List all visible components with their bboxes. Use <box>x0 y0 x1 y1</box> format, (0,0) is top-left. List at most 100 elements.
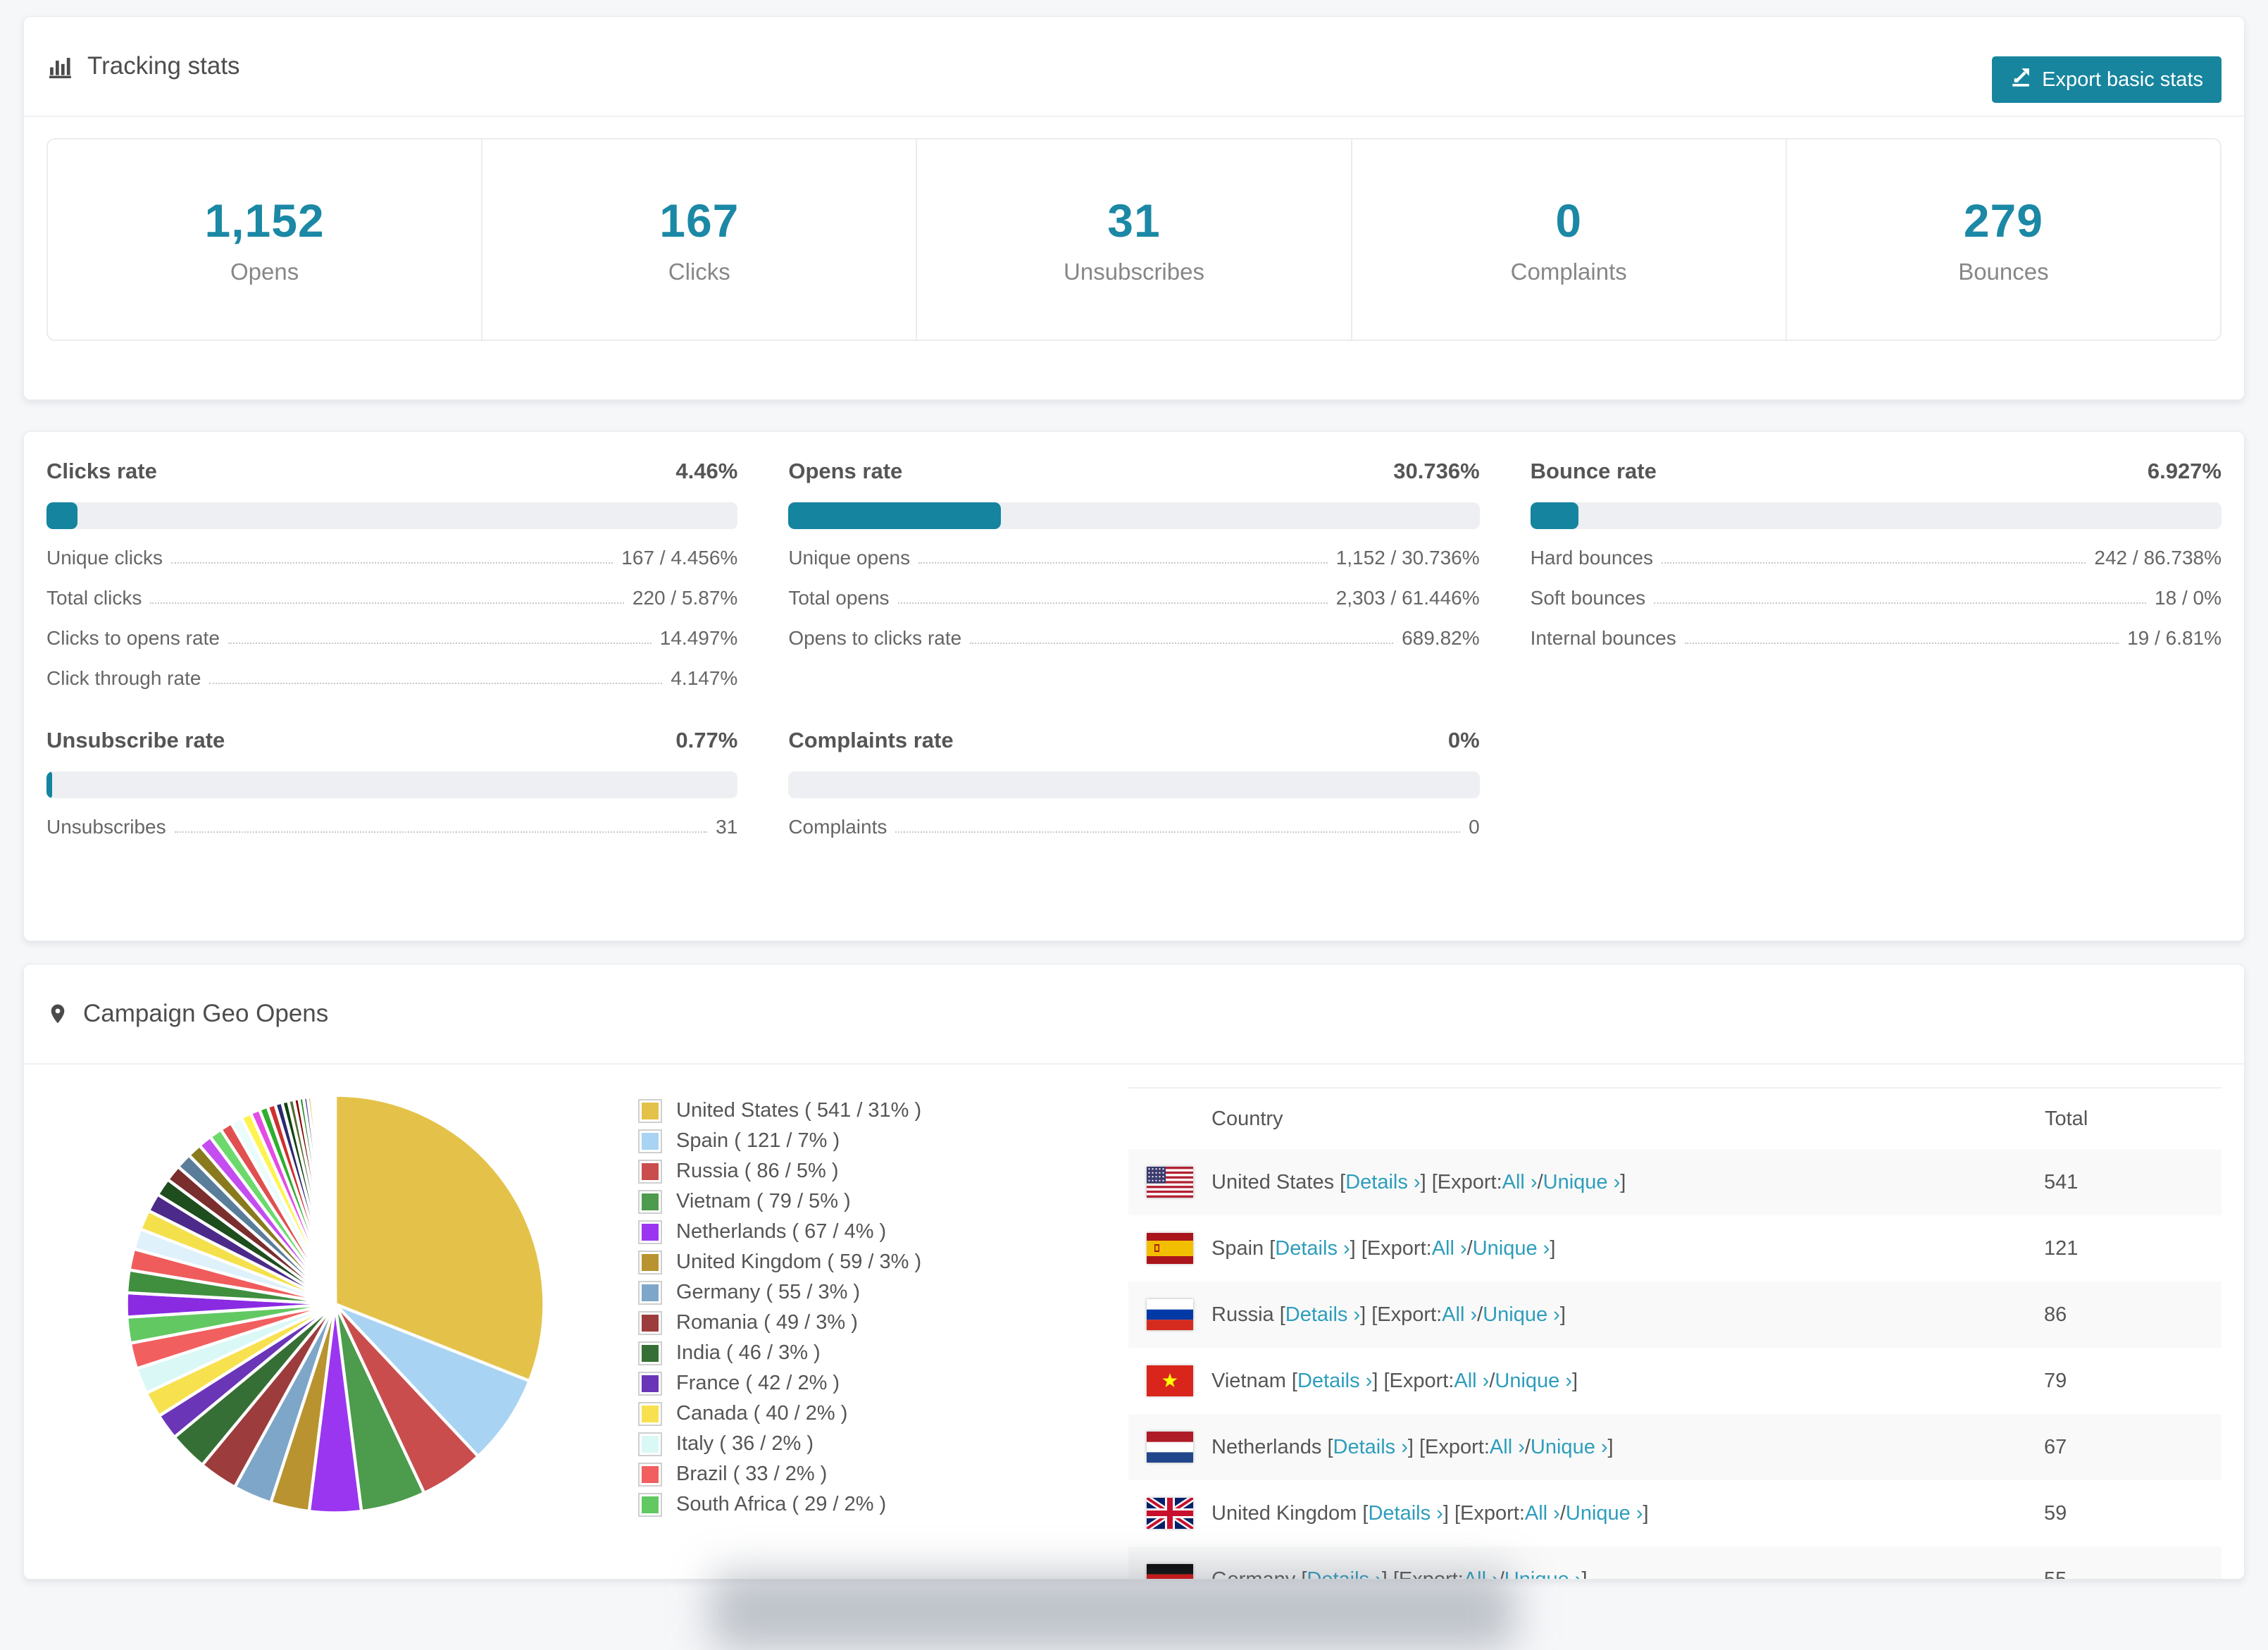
legend-item-south-africa: South Africa ( 29 / 2% ) <box>638 1489 1124 1520</box>
country-total: 55 <box>2044 1568 2067 1580</box>
export-unique-link[interactable]: Unique › <box>1543 1171 1621 1194</box>
legend-swatch <box>638 1310 662 1335</box>
legend-swatch <box>638 1432 662 1456</box>
table-row-spain: Spain [Details ›] [Export: All › / Uniqu… <box>1128 1215 2222 1282</box>
legend-item-canada: Canada ( 40 / 2% ) <box>638 1398 1124 1429</box>
dotted-leader <box>1684 643 2119 644</box>
rate-section-head: Bounce rate 6.927% <box>1530 459 2222 483</box>
offscreen-element-shadow <box>711 1573 1514 1650</box>
rate-detail-row: Opens to clicks rate 689.82% <box>788 627 1480 649</box>
rate-detail-row: Clicks to opens rate 14.497% <box>46 627 738 649</box>
details-link[interactable]: Details › <box>1368 1502 1443 1525</box>
legend-label: Romania ( 49 / 3% ) <box>676 1311 858 1334</box>
rate-section-opens-rate: Opens rate 30.736% Unique opens 1,152 / … <box>788 459 1480 690</box>
legend-label: Spain ( 121 / 7% ) <box>676 1129 840 1152</box>
export-all-link[interactable]: All › <box>1525 1502 1560 1525</box>
rates-grid: Clicks rate 4.46% Unique clicks 167 / 4.… <box>24 432 2244 838</box>
export-all-link[interactable]: All › <box>1502 1171 1538 1194</box>
rate-detail-row: Unique opens 1,152 / 30.736% <box>788 547 1480 569</box>
details-link[interactable]: Details › <box>1297 1370 1372 1393</box>
export-unique-link[interactable]: Unique › <box>1566 1502 1643 1525</box>
legend-swatch <box>638 1098 662 1123</box>
dotted-leader <box>897 602 1328 604</box>
dotted-leader <box>150 602 624 604</box>
progress-bar-fill <box>788 502 1001 529</box>
section-title: Campaign Geo Opens <box>83 1000 329 1027</box>
es-flag-icon <box>1147 1233 1193 1264</box>
stat-box-unsubscribes: 31 Unsubscribes <box>916 139 1350 340</box>
country-column-header: Country <box>1211 1107 1283 1130</box>
geo-table-body: United States [Details ›] [Export: All ›… <box>1128 1149 2222 1580</box>
rate-section-head: Unsubscribe rate 0.77% <box>46 728 738 752</box>
country-total: 86 <box>2044 1303 2067 1326</box>
export-all-link[interactable]: All › <box>1490 1436 1525 1459</box>
legend-item-germany: Germany ( 55 / 3% ) <box>638 1277 1124 1308</box>
details-link[interactable]: Details › <box>1285 1303 1360 1327</box>
stat-box-clicks: 167 Clicks <box>481 139 916 340</box>
export-icon <box>2010 66 2031 93</box>
geo-opens-header: Campaign Geo Opens <box>24 964 2244 1065</box>
progress-bar-fill <box>46 502 77 529</box>
dotted-leader <box>895 831 1461 833</box>
table-row-united-states: United States [Details ›] [Export: All ›… <box>1128 1149 2222 1215</box>
gb-flag-icon <box>1147 1498 1193 1529</box>
tracking-stats-title: Tracking stats <box>46 52 240 80</box>
dotted-leader <box>170 562 613 564</box>
stats-row: 1,152 Opens 167 Clicks 31 Unsubscribes 0 Co… <box>46 138 2222 341</box>
stat-label: Clicks <box>668 259 730 285</box>
progress-bar <box>46 771 738 798</box>
rate-detail-row: Unique clicks 167 / 4.456% <box>46 547 738 569</box>
nl-flag-icon <box>1147 1432 1193 1463</box>
page-title: Tracking stats <box>87 52 240 80</box>
rate-percentage: 4.46% <box>675 459 738 483</box>
dotted-leader <box>970 643 1394 644</box>
legend-label: France ( 42 / 2% ) <box>676 1372 840 1394</box>
progress-bar-fill <box>1530 502 1578 529</box>
country-name: Russia <box>1211 1303 1280 1326</box>
details-link[interactable]: Details › <box>1345 1171 1420 1194</box>
legend-item-romania: Romania ( 49 / 3% ) <box>638 1308 1124 1338</box>
export-unique-link[interactable]: Unique › <box>1483 1303 1560 1327</box>
rate-detail-row: Total clicks 220 / 5.87% <box>46 587 738 609</box>
legend-item-spain: Spain ( 121 / 7% ) <box>638 1126 1124 1156</box>
map-pin-icon <box>46 999 69 1029</box>
stat-label: Opens <box>230 259 299 285</box>
geo-opens-card: Campaign Geo Opens United States ( 541 /… <box>23 964 2245 1580</box>
geo-table: Country Total United States [Details ›] … <box>1128 1087 2222 1580</box>
export-all-link[interactable]: All › <box>1442 1303 1477 1327</box>
legend-label: Canada ( 40 / 2% ) <box>676 1402 848 1425</box>
legend-label: United States ( 541 / 31% ) <box>676 1099 922 1122</box>
legend-swatch <box>638 1129 662 1153</box>
stat-box-opens: 1,152 Opens <box>48 139 481 340</box>
stat-box-bounces: 279 Bounces <box>1785 139 2220 340</box>
rate-section-bounce-rate: Bounce rate 6.927% Hard bounces 242 / 86… <box>1530 459 2222 690</box>
export-unique-link[interactable]: Unique › <box>1531 1436 1608 1459</box>
export-unique-link[interactable]: Unique › <box>1495 1370 1572 1393</box>
tracking-stats-header: Tracking stats Export basic stats <box>24 17 2244 117</box>
export-basic-stats-button[interactable]: Export basic stats <box>1992 56 2222 103</box>
country-total: 59 <box>2044 1501 2067 1525</box>
ru-flag-icon <box>1147 1299 1193 1330</box>
legend-swatch <box>638 1492 662 1517</box>
legend-swatch <box>638 1250 662 1274</box>
legend-item-united-states: United States ( 541 / 31% ) <box>638 1096 1124 1126</box>
legend-item-brazil: Brazil ( 33 / 2% ) <box>638 1459 1124 1489</box>
us-flag-icon <box>1147 1167 1193 1198</box>
geo-opens-title: Campaign Geo Opens <box>46 999 328 1029</box>
rate-section-unsubscribe-rate: Unsubscribe rate 0.77% Unsubscribes 31 <box>46 728 738 838</box>
country-total: 121 <box>2044 1236 2079 1260</box>
details-link[interactable]: Details › <box>1333 1436 1408 1459</box>
bar-chart-icon <box>46 53 73 80</box>
export-unique-link[interactable]: Unique › <box>1504 1568 1582 1580</box>
legend-swatch <box>638 1401 662 1426</box>
legend-item-india: India ( 46 / 3% ) <box>638 1338 1124 1368</box>
progress-bar-fill <box>46 771 52 798</box>
details-link[interactable]: Details › <box>1275 1237 1350 1260</box>
legend-swatch <box>638 1462 662 1487</box>
rate-detail-row: Soft bounces 18 / 0% <box>1530 587 2222 609</box>
export-unique-link[interactable]: Unique › <box>1473 1237 1550 1260</box>
legend-label: Germany ( 55 / 3% ) <box>676 1281 861 1303</box>
dotted-leader <box>228 643 652 644</box>
export-all-link[interactable]: All › <box>1432 1237 1467 1260</box>
export-all-link[interactable]: All › <box>1454 1370 1489 1393</box>
